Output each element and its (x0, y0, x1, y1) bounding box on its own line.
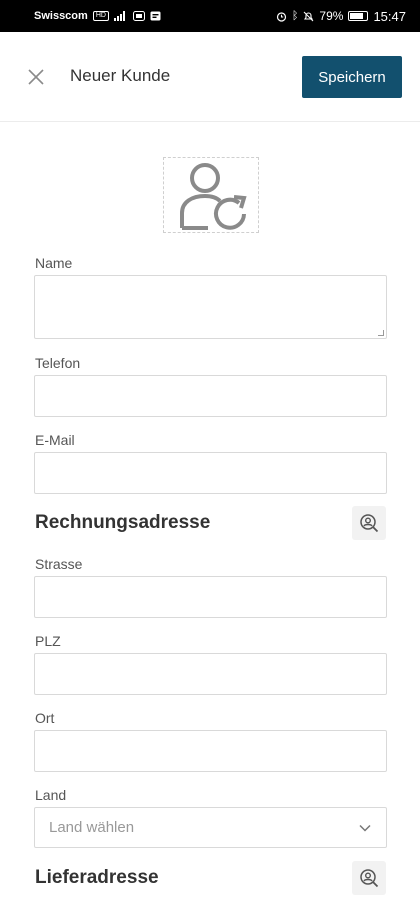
signal-icon (113, 11, 125, 21)
contact-search-icon (360, 514, 379, 533)
land-select-placeholder: Land wählen (49, 819, 135, 836)
battery-icon (348, 11, 369, 21)
ort-label: Ort (35, 710, 55, 726)
status-right: ᛒ 79% 15:47 (276, 9, 406, 24)
shipping-contact-lookup-button[interactable] (352, 861, 386, 895)
name-field[interactable] (34, 275, 387, 339)
billing-contact-lookup-button[interactable] (352, 506, 386, 540)
alarm-icon (276, 11, 286, 22)
plz-label: PLZ (35, 633, 61, 649)
save-button[interactable]: Speichern (302, 56, 402, 98)
strasse-label: Strasse (35, 556, 83, 572)
email-label: E-Mail (35, 432, 75, 448)
telefon-field[interactable] (34, 375, 387, 417)
telefon-label: Telefon (35, 355, 81, 371)
status-time: 15:47 (373, 8, 406, 24)
name-label: Name (35, 255, 73, 271)
notification-icon (150, 11, 161, 21)
user-refresh-icon (180, 163, 247, 230)
shipping-section-title: Lieferadresse (35, 867, 159, 888)
land-select[interactable]: Land wählen (34, 807, 387, 848)
battery-level (350, 13, 364, 19)
mute-icon (304, 11, 314, 21)
strasse-field[interactable] (34, 576, 387, 618)
bluetooth-icon: ᛒ (291, 9, 299, 22)
resize-handle[interactable] (378, 330, 384, 336)
status-left: Swisscom HD (34, 10, 161, 22)
email-field[interactable] (34, 452, 387, 494)
close-button[interactable] (24, 65, 48, 89)
plz-field[interactable] (34, 653, 387, 695)
nfc-icon (132, 11, 145, 21)
battery-percent: 79% (319, 9, 344, 23)
close-icon (28, 69, 44, 85)
app-header: Neuer Kunde Speichern (0, 32, 420, 122)
chevron-down-icon (359, 824, 371, 832)
page-title: Neuer Kunde (70, 66, 171, 85)
land-label: Land (35, 787, 67, 803)
billing-section-title: Rechnungsadresse (35, 512, 211, 533)
carrier-name: Swisscom (34, 10, 88, 22)
avatar-picker[interactable] (163, 157, 259, 233)
status-bar: Swisscom HD ᛒ 79% 15:47 (0, 0, 420, 32)
network-badge: HD (92, 11, 109, 21)
contact-search-icon (360, 869, 379, 888)
ort-field[interactable] (34, 730, 387, 772)
